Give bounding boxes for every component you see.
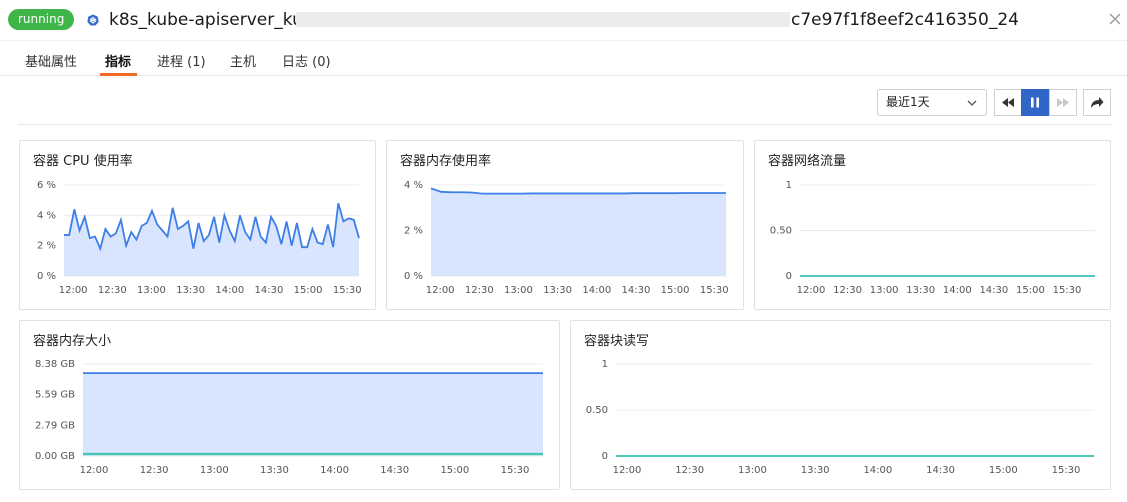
- toolbar-divider: [18, 124, 1111, 125]
- tab-host[interactable]: 主机: [230, 51, 256, 70]
- tab-logs[interactable]: 日志 (0): [282, 51, 331, 70]
- series-area: [83, 373, 543, 456]
- pause-button[interactable]: [1021, 89, 1049, 116]
- y-tick-label: 2 %: [37, 241, 56, 252]
- x-tick-label: 13:30: [260, 465, 289, 476]
- x-tick-label: 12:30: [465, 285, 494, 296]
- y-tick-label: 0: [786, 271, 792, 282]
- fast-forward-button[interactable]: [1049, 89, 1077, 116]
- tab-processes[interactable]: 进程 (1): [157, 51, 206, 70]
- x-tick-label: 13:00: [738, 465, 767, 476]
- x-tick-label: 15:30: [333, 285, 362, 296]
- redacted-block: [296, 12, 790, 27]
- memory-size-panel: 容器内存大小 8.38 GB 5.59 GB 2.79 GB 0.00 GB 12:00…: [19, 320, 560, 490]
- kubernetes-icon: [87, 14, 99, 26]
- x-tick-label: 15:00: [661, 285, 690, 296]
- y-tick-label: 6 %: [37, 180, 56, 191]
- fast-forward-icon: [1057, 98, 1069, 107]
- cpu-usage-panel: 容器 CPU 使用率 6 % 4 % 2 % 0 % 12:00 12:30 13:00 13…: [19, 140, 376, 310]
- x-tick-label: 14:00: [582, 285, 611, 296]
- y-tick-label: 2.79 GB: [35, 420, 75, 431]
- share-button[interactable]: [1083, 89, 1111, 116]
- memory-size-chart: 8.38 GB 5.59 GB 2.79 GB 0.00 GB 12:00 12:30 13…: [35, 359, 543, 476]
- pause-icon: [1031, 97, 1039, 108]
- x-tick-label: 12:30: [98, 285, 127, 296]
- x-tick-label: 13:00: [870, 285, 899, 296]
- x-tick-label: 14:30: [255, 285, 284, 296]
- x-tick-label: 15:30: [501, 465, 530, 476]
- cpu-usage-chart: 6 % 4 % 2 % 0 %12:00 12:30 13:00 13:30 14:00 14:…: [37, 180, 362, 296]
- x-tick-label: 12:30: [675, 465, 704, 476]
- x-tick-label: 12:00: [80, 465, 109, 476]
- x-tick-label: 12:00: [59, 285, 88, 296]
- y-tick-label: 2 %: [404, 226, 423, 237]
- tab-metrics[interactable]: 指标: [105, 51, 131, 70]
- series-line: [430, 187, 726, 195]
- x-tick-label: 12:30: [140, 465, 169, 476]
- x-tick-label: 14:30: [380, 465, 409, 476]
- y-tick-label: 0 %: [37, 271, 56, 282]
- y-tick-label: 4 %: [37, 210, 56, 221]
- x-tick-label: 15:30: [1052, 465, 1081, 476]
- memory-usage-chart: 4 % 2 % 0 %12:00 12:30 13:00 13:30 14:00 14:30 1…: [404, 180, 729, 296]
- x-tick-label: 14:00: [943, 285, 972, 296]
- x-tick-label: 12:00: [426, 285, 455, 296]
- x-tick-label: 15:30: [700, 285, 729, 296]
- y-tick-label: 0 %: [404, 271, 423, 282]
- series-area: [64, 203, 359, 276]
- x-tick-label: 14:30: [979, 285, 1008, 296]
- rewind-icon: [1002, 98, 1014, 107]
- y-tick-label: 0: [602, 451, 608, 462]
- header: running k8s_kube-apiserver_kube c7e97f1f…: [0, 0, 1127, 40]
- y-tick-label: 1: [786, 180, 792, 191]
- x-tick-label: 14:00: [215, 285, 244, 296]
- time-range-select[interactable]: 最近1天: [877, 89, 987, 116]
- x-tick-label: 15:00: [989, 465, 1018, 476]
- y-tick-label: 0.50: [770, 226, 792, 237]
- page-title-suffix: c7e97f1f8eef2c416350_24: [791, 10, 1019, 30]
- x-tick-label: 13:30: [543, 285, 572, 296]
- y-tick-label: 5.59 GB: [35, 390, 75, 401]
- share-icon: [1091, 97, 1104, 108]
- y-tick-label: 1: [602, 359, 608, 370]
- tab-basic-properties[interactable]: 基础属性: [25, 51, 77, 70]
- x-tick-label: 14:30: [622, 285, 651, 296]
- memory-usage-panel: 容器内存使用率 4 % 2 % 0 % 12:00 12:30 13:00 13:30 14:…: [386, 140, 744, 310]
- x-tick-label: 13:00: [200, 465, 229, 476]
- status-badge: running: [8, 9, 75, 30]
- block-io-panel: 容器块读写 1 0.50 0 12:00 12:30 13:00 13:30 14:00 14:…: [570, 320, 1111, 490]
- x-tick-label: 12:30: [833, 285, 862, 296]
- network-traffic-panel: 容器网络流量 1 0.50 0 12:00 12:30 13:00 13:30 14:00 14…: [754, 140, 1111, 310]
- network-traffic-chart: 1 0.50 0 12:00 12:30 13:00 13:30 14:00 14:30 15:0…: [770, 180, 1095, 296]
- x-tick-label: 15:00: [1016, 285, 1045, 296]
- rewind-button[interactable]: [994, 89, 1022, 116]
- x-tick-label: 14:00: [863, 465, 892, 476]
- y-tick-label: 0.50: [586, 405, 608, 416]
- time-range-value: 最近1天: [886, 95, 930, 109]
- active-tab-indicator: [100, 73, 137, 76]
- x-tick-label: 15:00: [294, 285, 323, 296]
- x-tick-label: 12:00: [797, 285, 826, 296]
- tab-bar: 基础属性 指标 进程 (1) 主机 日志 (0): [0, 40, 1127, 76]
- x-tick-label: 13:00: [137, 285, 166, 296]
- series-area: [431, 188, 726, 276]
- x-tick-label: 12:00: [613, 465, 642, 476]
- block-io-chart: 1 0.50 0 12:00 12:30 13:00 13:30 14:00 14:30 15:0…: [586, 359, 1094, 476]
- page-title: k8s_kube-apiserver_kube: [109, 10, 325, 30]
- x-tick-label: 13:30: [801, 465, 830, 476]
- x-tick-label: 13:30: [176, 285, 205, 296]
- y-tick-label: 0.00 GB: [35, 451, 75, 462]
- x-tick-label: 13:00: [504, 285, 533, 296]
- chevron-down-icon: [967, 100, 977, 106]
- x-tick-label: 15:30: [1053, 285, 1082, 296]
- y-tick-label: 8.38 GB: [35, 359, 75, 370]
- x-tick-label: 14:30: [926, 465, 955, 476]
- x-tick-label: 14:00: [320, 465, 349, 476]
- x-tick-label: 13:30: [906, 285, 935, 296]
- y-tick-label: 4 %: [404, 180, 423, 191]
- x-tick-label: 15:00: [440, 465, 469, 476]
- close-icon[interactable]: [1106, 10, 1124, 28]
